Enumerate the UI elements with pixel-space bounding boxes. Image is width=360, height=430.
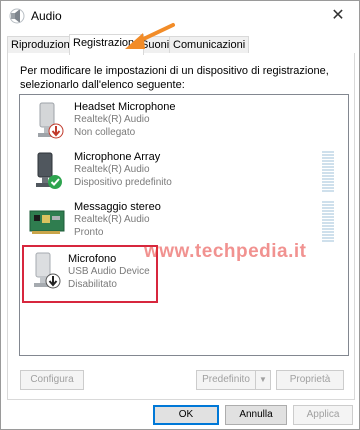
microphone-icon: [38, 102, 64, 139]
chevron-down-icon: ▼: [259, 375, 267, 384]
device-driver: Realtek(R) Audio: [74, 114, 150, 125]
device-list[interactable]: Headset Microphone Realtek(R) Audio Non …: [19, 94, 349, 356]
device-microphone-array[interactable]: Microphone Array Realtek(R) Audio Dispos…: [24, 149, 344, 199]
device-driver: Realtek(R) Audio: [74, 164, 150, 175]
device-status: Dispositivo predefinito: [74, 177, 172, 188]
apply-button[interactable]: Applica: [293, 405, 353, 425]
close-button[interactable]: ✕: [325, 4, 351, 28]
configure-button[interactable]: Configura: [20, 370, 84, 390]
audio-dialog: Audio ✕ Riproduzione Registrazione Suoni…: [0, 0, 360, 430]
device-driver: Realtek(R) Audio: [74, 214, 150, 225]
device-status: Pronto: [74, 227, 104, 238]
recording-panel: Per modificare le impostazioni di un dis…: [7, 53, 355, 400]
sound-card-icon: [29, 210, 65, 234]
default-dropdown-button[interactable]: ▼: [255, 370, 271, 390]
device-name: Messaggio stereo: [74, 201, 161, 213]
device-name: Headset Microphone: [74, 101, 176, 113]
close-icon: ✕: [331, 7, 345, 24]
device-name: Microfono: [68, 253, 117, 265]
ok-button[interactable]: OK: [153, 405, 219, 425]
instructions-text: Per modificare le impostazioni di un dis…: [20, 65, 329, 91]
level-meter: [322, 201, 334, 243]
device-microfono[interactable]: Microfono USB Audio Device Disabilitato: [22, 245, 158, 303]
device-status: Disabilitato: [68, 279, 117, 290]
cancel-button[interactable]: Annulla: [225, 405, 287, 425]
device-status: Non collegato: [74, 127, 136, 138]
default-button[interactable]: Predefinito: [196, 370, 256, 390]
title-bar: Audio ✕: [1, 1, 359, 31]
properties-button[interactable]: Proprietà: [276, 370, 344, 390]
microphone-icon: [34, 252, 61, 289]
tab-registrazione[interactable]: Registrazione: [69, 34, 145, 55]
device-driver: USB Audio Device: [68, 266, 150, 277]
watermark: www.techpedia.it: [144, 241, 307, 262]
device-name: Microphone Array: [74, 151, 161, 163]
window-title: Audio: [31, 9, 62, 23]
tab-comunicazioni[interactable]: Comunicazioni: [169, 36, 250, 54]
level-meter: [322, 151, 334, 193]
tab-strip: Riproduzione Registrazione Suoni Comunic…: [7, 34, 355, 55]
microphone-icon: [36, 152, 62, 189]
device-headset-microphone[interactable]: Headset Microphone Realtek(R) Audio Non …: [24, 99, 344, 149]
speaker-icon: [9, 8, 25, 24]
